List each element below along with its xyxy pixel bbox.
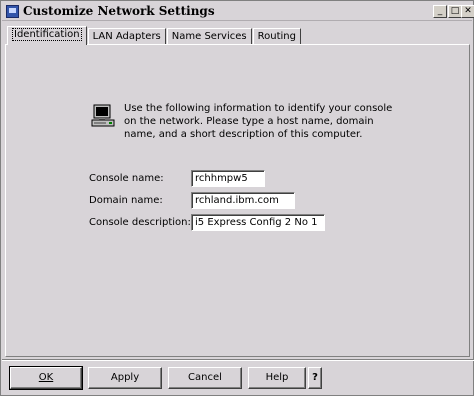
window-title: Customize Network Settings — [23, 4, 215, 18]
minimize-button[interactable]: _ — [433, 5, 447, 18]
close-button[interactable]: ✕ — [461, 5, 474, 18]
tab-strip: Identification LAN Adapters Name Service… — [7, 25, 302, 45]
title-bar[interactable]: Customize Network Settings _ □ ✕ — [2, 2, 474, 21]
app-icon — [6, 5, 19, 18]
tab-identification[interactable]: Identification — [7, 26, 87, 45]
ok-button[interactable]: OK — [9, 366, 83, 390]
computer-icon — [91, 104, 115, 127]
whats-this-button[interactable]: ? — [308, 367, 322, 389]
whats-this-button-label: ? — [312, 372, 318, 383]
tab-routing-label: Routing — [257, 31, 296, 42]
help-button-label: Help — [265, 372, 289, 383]
cancel-button[interactable]: Cancel — [168, 367, 242, 389]
console-name-label: Console name: — [89, 173, 164, 184]
tab-lan-adapters-label: LAN Adapters — [92, 31, 161, 42]
apply-button[interactable]: Apply — [88, 367, 162, 389]
tab-lan-adapters[interactable]: LAN Adapters — [87, 28, 166, 44]
tab-routing[interactable]: Routing — [252, 28, 301, 44]
maximize-button[interactable]: □ — [448, 5, 462, 18]
cancel-button-label: Cancel — [188, 372, 222, 383]
customize-network-settings-window: Customize Network Settings _ □ ✕ Identif… — [0, 0, 474, 396]
domain-name-label: Domain name: — [89, 195, 163, 206]
console-description-input[interactable]: i5 Express Config 2 No 1 — [191, 214, 325, 231]
tab-identification-label: Identification — [12, 28, 82, 41]
console-description-label: Console description: — [89, 217, 191, 228]
ok-button-label: OK — [38, 372, 54, 383]
console-name-input[interactable]: rchhmpw5 — [191, 170, 265, 187]
apply-button-label: Apply — [110, 372, 140, 383]
button-bar-separator — [2, 359, 474, 361]
help-button[interactable]: Help — [248, 367, 306, 389]
intro-text: Use the following information to identif… — [124, 103, 393, 140]
tab-name-services-label: Name Services — [171, 31, 247, 42]
domain-name-input[interactable]: rchland.ibm.com — [191, 192, 295, 209]
tab-name-services[interactable]: Name Services — [166, 28, 252, 44]
